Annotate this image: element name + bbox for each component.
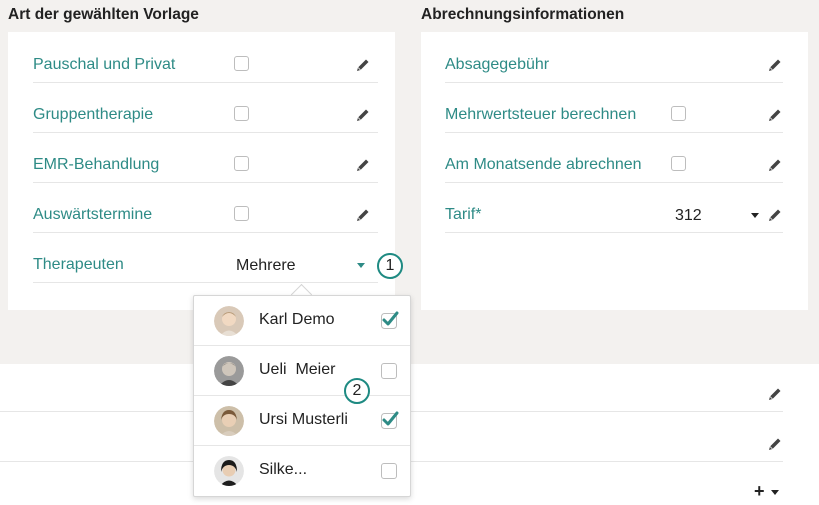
tarif-label: Tarif*	[445, 206, 482, 223]
row-label: Auswärtstermine	[33, 206, 153, 223]
list-item[interactable]: Silke...	[194, 446, 410, 496]
row-emr: EMR-Behandlung	[33, 148, 378, 183]
therapists-select-value[interactable]: Mehrere	[236, 257, 296, 275]
pencil-icon[interactable]	[767, 157, 783, 173]
callout-badge-1: 1	[377, 253, 403, 279]
callout-badge-2: 2	[344, 378, 370, 404]
avatar	[214, 406, 244, 436]
row-mehrwertsteuer: Mehrwertsteuer berechnen	[445, 98, 783, 133]
pencil-icon[interactable]	[355, 57, 371, 73]
row-gruppentherapie: Gruppentherapie	[33, 98, 378, 133]
pencil-icon[interactable]	[767, 386, 783, 402]
row-therapeuten[interactable]: Therapeuten	[33, 248, 378, 283]
row-label: Am Monatsende abrechnen	[445, 156, 642, 173]
billing-info-card: Absagegebühr Mehrwertsteuer berechnen Am…	[421, 32, 808, 310]
chevron-down-icon[interactable]	[751, 213, 759, 218]
therapists-label: Therapeuten	[33, 256, 124, 273]
therapist-name: Silke...	[259, 461, 308, 478]
row-label: Absagegebühr	[445, 56, 550, 73]
chevron-down-icon[interactable]	[357, 263, 365, 268]
therapist-name: Ursi Musterli	[259, 411, 348, 428]
row-pauschal: Pauschal und Privat	[33, 48, 378, 83]
row-label: Gruppentherapie	[33, 106, 154, 123]
row-label: Pauschal und Privat	[33, 56, 176, 73]
left-panel-title: Art der gewählten Vorlage	[8, 6, 199, 23]
pencil-icon[interactable]	[355, 157, 371, 173]
emr-checkbox[interactable]	[234, 156, 249, 171]
pauschal-checkbox[interactable]	[234, 56, 249, 71]
row-monatsende: Am Monatsende abrechnen	[445, 148, 783, 183]
row-label: Mehrwertsteuer berechnen	[445, 106, 637, 123]
avatar	[214, 306, 244, 336]
list-item[interactable]: Ueli Meier	[194, 346, 410, 396]
gruppentherapie-checkbox[interactable]	[234, 106, 249, 121]
template-type-card: Pauschal und Privat Gruppentherapie EMR-…	[8, 32, 395, 310]
avatar	[214, 456, 244, 486]
checkmark-icon[interactable]	[380, 410, 400, 430]
avatar	[214, 356, 244, 386]
pencil-icon[interactable]	[767, 57, 783, 73]
row-absagegebuehr: Absagegebühr	[445, 48, 783, 83]
therapist-checkbox[interactable]	[381, 363, 397, 379]
pencil-icon[interactable]	[767, 436, 783, 452]
pencil-icon[interactable]	[767, 207, 783, 223]
row-label: EMR-Behandlung	[33, 156, 160, 173]
pencil-icon[interactable]	[767, 107, 783, 123]
mehrwertsteuer-checkbox[interactable]	[671, 106, 686, 121]
add-chevron-down-icon[interactable]	[771, 490, 779, 495]
row-tarif[interactable]: Tarif*	[445, 198, 783, 233]
right-panel-title: Abrechnungsinformationen	[421, 6, 625, 23]
list-item[interactable]: Ursi Musterli	[194, 396, 410, 446]
add-button[interactable]: +	[754, 481, 765, 502]
pencil-icon[interactable]	[355, 207, 371, 223]
tarif-select-value[interactable]: 312	[675, 207, 702, 225]
therapist-checkbox[interactable]	[381, 463, 397, 479]
therapists-dropdown: Karl Demo Ueli Meier Ursi Musterli Silke…	[193, 295, 411, 497]
row-auswaertstermine: Auswärtstermine	[33, 198, 378, 233]
therapist-name: Karl Demo	[259, 311, 335, 328]
pencil-icon[interactable]	[355, 107, 371, 123]
auswaertstermine-checkbox[interactable]	[234, 206, 249, 221]
list-item[interactable]: Karl Demo	[194, 296, 410, 346]
monatsende-checkbox[interactable]	[671, 156, 686, 171]
therapist-name: Ueli Meier	[259, 361, 336, 378]
checkmark-icon[interactable]	[380, 310, 400, 330]
